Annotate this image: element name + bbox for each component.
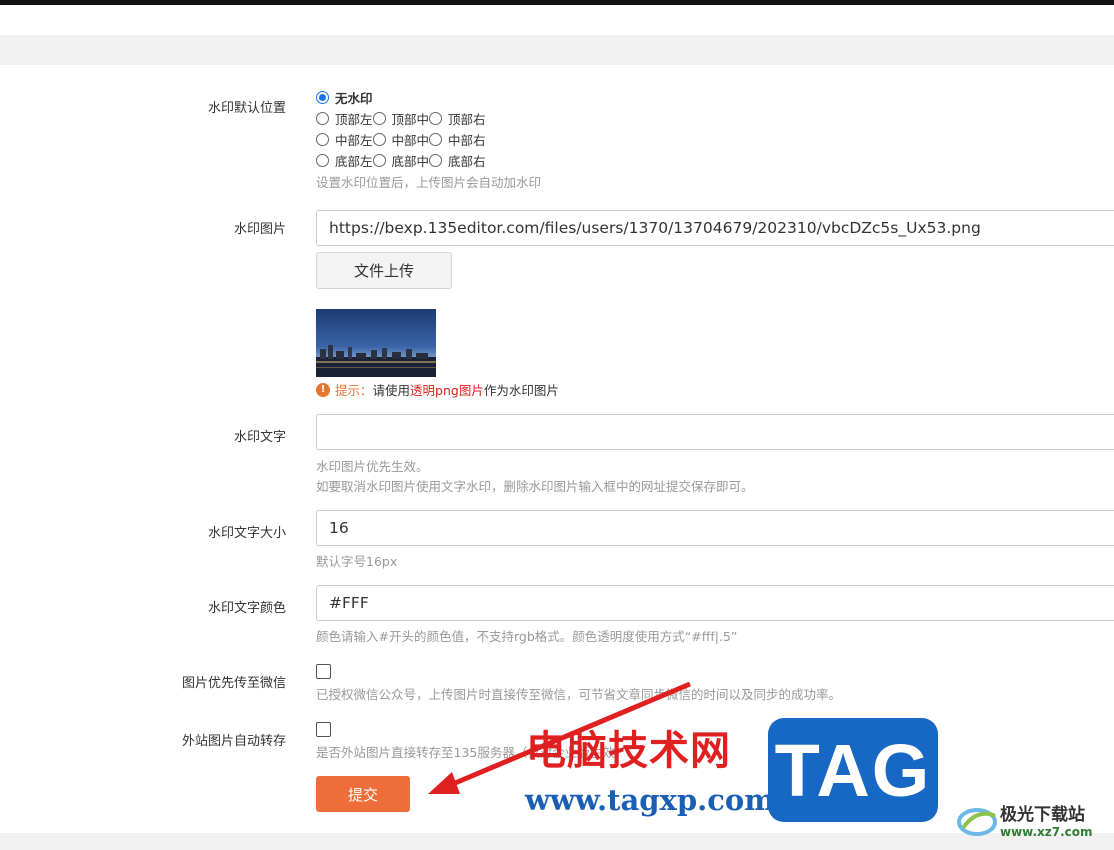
exclamation-icon: ! <box>316 382 330 397</box>
radio-row-middle: 中部左 中部中 中部右 <box>316 130 486 148</box>
radio-row-none: 无水印 <box>316 88 373 106</box>
auto-transfer-checkbox[interactable] <box>316 722 331 737</box>
radio-button[interactable] <box>429 153 443 167</box>
radio-button[interactable] <box>372 111 386 125</box>
watermark-image-tip: ! 提示： 请使用 透明png图片 作为水印图片 <box>316 380 559 399</box>
radio-label: 中部中 <box>391 132 430 148</box>
logo-site-name: 极光下载站 <box>1000 805 1085 825</box>
radio-label: 中部左 <box>335 132 373 148</box>
radio-button[interactable] <box>316 111 329 125</box>
radio-option-top-left[interactable]: 顶部左 <box>316 109 373 128</box>
watermark-text-color-help: 颜色请输入#开头的颜色值，不支持rgb格式。颜色透明度使用方式“#fff|.5” <box>316 629 738 644</box>
watermark-text-label: 水印文字 <box>233 430 286 445</box>
tip-text: 请使用 <box>372 383 411 398</box>
watermark-image-label: 水印图片 <box>233 222 286 237</box>
radio-button[interactable] <box>316 90 329 104</box>
footer-band <box>0 833 1114 850</box>
radio-label: 底部中 <box>391 153 430 169</box>
watermark-text-size-help: 默认字号16px <box>316 554 398 569</box>
radio-option-top-right[interactable]: 顶部右 <box>429 109 486 128</box>
radio-option-bottom-center[interactable]: 底部中 <box>372 151 430 170</box>
radio-row-top: 顶部左 顶部中 顶部右 <box>316 109 486 127</box>
watermark-text-color-input[interactable] <box>316 585 1114 621</box>
radio-label: 中部右 <box>448 132 486 148</box>
watermark-image-preview <box>316 309 436 377</box>
radio-label: 顶部右 <box>448 111 486 127</box>
top-border <box>0 0 1114 5</box>
radio-option-top-center[interactable]: 顶部中 <box>372 109 430 128</box>
radio-option-none[interactable]: 无水印 <box>316 88 373 107</box>
tip-prefix: 提示： <box>335 383 373 398</box>
radio-row-bottom: 底部左 底部中 底部右 <box>316 151 486 169</box>
watermark-position-label: 水印默认位置 <box>207 101 286 116</box>
watermark-site-url: www.tagxp.com <box>525 783 775 817</box>
radio-option-bottom-right[interactable]: 底部右 <box>429 151 486 170</box>
radio-button[interactable] <box>316 153 329 167</box>
watermark-text-size-label: 水印文字大小 <box>207 526 286 541</box>
radio-label: 无水印 <box>335 90 373 106</box>
radio-button[interactable] <box>429 132 443 146</box>
radio-label: 底部右 <box>448 153 486 169</box>
radio-label: 顶部中 <box>391 111 430 127</box>
radio-option-bottom-left[interactable]: 底部左 <box>316 151 373 170</box>
prefer-wechat-help: 已授权微信公众号，上传图片时直接传至微信，可节省文章同步微信的时间以及同步的成功… <box>316 687 842 702</box>
radio-option-middle-center[interactable]: 中部中 <box>372 130 430 149</box>
watermark-text-help-1: 水印图片优先生效。 <box>316 459 429 474</box>
radio-button[interactable] <box>372 153 386 167</box>
auto-transfer-label: 外站图片自动转存 <box>181 734 286 749</box>
watermark-tag-logo: TAG <box>768 718 938 822</box>
watermark-text-size-input[interactable] <box>316 510 1114 546</box>
radio-label: 底部左 <box>335 153 373 169</box>
watermark-text-color-label: 水印文字颜色 <box>207 601 286 616</box>
radio-option-middle-right[interactable]: 中部右 <box>429 130 486 149</box>
logo-site-url: www.xz7.com <box>1000 825 1093 839</box>
watermark-text-input[interactable] <box>316 414 1114 450</box>
watermark-site-name: 电脑技术网 <box>526 727 731 774</box>
submit-button[interactable]: 提交 <box>316 776 410 812</box>
watermark-text-help-2: 如要取消水印图片使用文字水印，删除水印图片输入框中的网址提交保存即可。 <box>316 479 754 494</box>
radio-label: 顶部左 <box>335 111 373 127</box>
radio-button[interactable] <box>316 132 329 146</box>
radio-button[interactable] <box>429 111 443 125</box>
section-header-band <box>0 35 1114 65</box>
tip-highlight: 透明png图片 <box>410 383 484 398</box>
watermark-image-url-input[interactable] <box>316 210 1114 246</box>
radio-option-middle-left[interactable]: 中部左 <box>316 130 373 149</box>
tip-text-end: 作为水印图片 <box>483 383 559 398</box>
radio-button[interactable] <box>372 132 386 146</box>
prefer-wechat-label: 图片优先传至微信 <box>181 676 286 691</box>
prefer-wechat-checkbox[interactable] <box>316 664 331 679</box>
file-upload-button[interactable]: 文件上传 <box>316 252 452 289</box>
watermark-position-help: 设置水印位置后，上传图片会自动加水印 <box>316 175 542 190</box>
